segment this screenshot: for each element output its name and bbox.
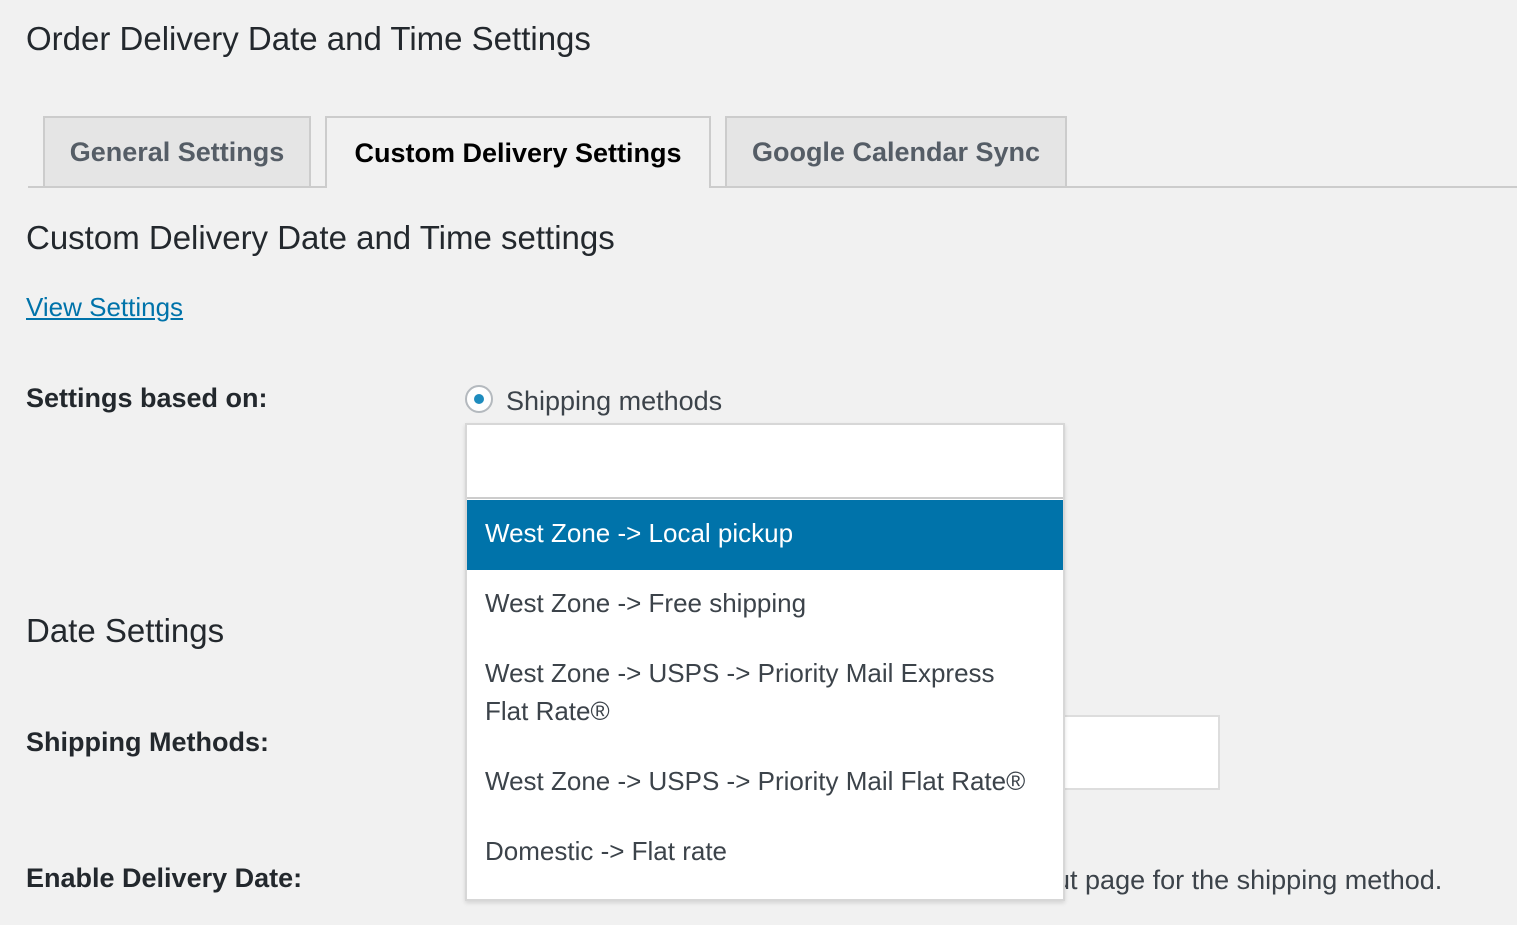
dropdown-option-west-usps-priority-flat[interactable]: West Zone -> USPS -> Priority Mail Flat … (467, 748, 1063, 818)
dropdown-option-west-local-pickup[interactable]: West Zone -> Local pickup (467, 500, 1063, 570)
date-settings-title: Date Settings (26, 612, 225, 649)
tab-google-calendar-sync[interactable]: Google Calendar Sync (725, 116, 1067, 186)
dropdown-search-input[interactable] (467, 425, 1063, 499)
section-title: Custom Delivery Date and Time settings (26, 219, 615, 256)
dropdown-option-domestic-flat-rate[interactable]: Domestic -> Flat rate (467, 818, 1063, 888)
shipping-methods-select[interactable] (1040, 715, 1220, 790)
enable-delivery-date-description: out page for the shipping method. (1040, 865, 1443, 895)
view-settings-link[interactable]: View Settings (26, 292, 183, 323)
dropdown-option-west-free-shipping[interactable]: West Zone -> Free shipping (467, 570, 1063, 640)
dropdown-options-list: West Zone -> Local pickup West Zone -> F… (467, 500, 1063, 888)
shipping-methods-dropdown: West Zone -> Local pickup West Zone -> F… (465, 423, 1065, 901)
dropdown-option-west-usps-priority-express[interactable]: West Zone -> USPS -> Priority Mail Expre… (467, 640, 1063, 748)
tab-general-settings[interactable]: General Settings (43, 116, 311, 186)
tabs-divider (28, 186, 1517, 188)
tab-custom-delivery-settings[interactable]: Custom Delivery Settings (325, 116, 711, 188)
shipping-methods-radio[interactable] (465, 385, 493, 413)
page-title: Order Delivery Date and Time Settings (26, 20, 591, 57)
settings-based-on-label: Settings based on: (26, 383, 268, 413)
shipping-methods-label: Shipping Methods: (26, 727, 269, 757)
enable-delivery-date-label: Enable Delivery Date: (26, 863, 303, 893)
shipping-methods-radio-label: Shipping methods (506, 386, 723, 416)
